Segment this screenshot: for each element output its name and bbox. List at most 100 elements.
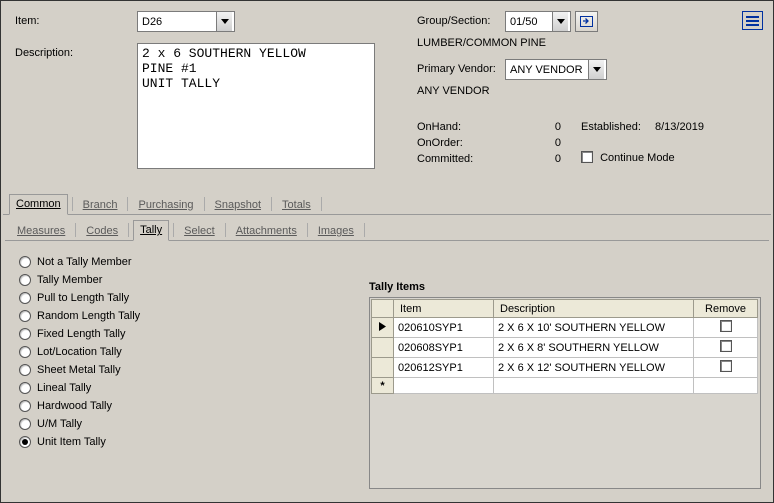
remove-checkbox[interactable] <box>720 340 732 352</box>
tab-separator <box>271 197 272 211</box>
committed-value: 0 <box>521 153 561 165</box>
radio-icon <box>19 328 31 340</box>
tally-type-label: Tally Member <box>37 274 102 286</box>
cell-empty[interactable] <box>494 378 694 394</box>
row-header[interactable] <box>372 338 394 358</box>
tab-totals[interactable]: Totals <box>276 196 317 215</box>
radio-icon <box>19 274 31 286</box>
description-textarea[interactable]: 2 x 6 SOUTHERN YELLOW PINE #1 UNIT TALLY <box>137 43 375 169</box>
tab-separator <box>128 223 129 237</box>
col-remove[interactable]: Remove <box>694 300 758 318</box>
chevron-down-icon[interactable] <box>552 12 568 31</box>
cell-remove[interactable] <box>694 318 758 338</box>
chevron-down-icon[interactable] <box>588 60 604 79</box>
item-input[interactable] <box>138 12 216 31</box>
primary-vendor-input[interactable] <box>506 60 588 79</box>
radio-icon <box>19 310 31 322</box>
item-combo[interactable] <box>137 11 235 32</box>
tab-attachments[interactable]: Attachments <box>230 222 303 241</box>
established-value: 8/13/2019 <box>655 121 704 133</box>
tally-items-grid[interactable]: ItemDescriptionRemove020610SYP12 X 6 X 1… <box>371 299 758 394</box>
tally-type-pull-to-length-tally[interactable]: Pull to Length Tally <box>19 289 140 307</box>
tally-type-label: Fixed Length Tally <box>37 328 125 340</box>
tally-type-lineal-tally[interactable]: Lineal Tally <box>19 379 140 397</box>
tab-branch[interactable]: Branch <box>77 196 124 215</box>
tab-images[interactable]: Images <box>312 222 360 241</box>
tab-tally[interactable]: Tally <box>133 220 169 241</box>
continue-mode-label: Continue Mode <box>600 152 675 164</box>
radio-icon <box>19 346 31 358</box>
tally-type-fixed-length-tally[interactable]: Fixed Length Tally <box>19 325 140 343</box>
cell-item[interactable]: 020608SYP1 <box>394 338 494 358</box>
onhand-value: 0 <box>521 121 561 133</box>
tally-type-label: U/M Tally <box>37 418 82 430</box>
table-row[interactable]: 020610SYP12 X 6 X 10' SOUTHERN YELLOW <box>372 318 758 338</box>
vendor-name: ANY VENDOR <box>417 85 490 97</box>
continue-mode-checkbox[interactable] <box>581 151 593 163</box>
radio-icon <box>19 364 31 376</box>
tally-type-tally-member[interactable]: Tally Member <box>19 271 140 289</box>
tally-type-random-length-tally[interactable]: Random Length Tally <box>19 307 140 325</box>
table-row-new[interactable]: * <box>372 378 758 394</box>
tally-type-lot-location-tally[interactable]: Lot/Location Tally <box>19 343 140 361</box>
remove-checkbox[interactable] <box>720 320 732 332</box>
tab-separator <box>75 223 76 237</box>
grid-corner <box>372 300 394 318</box>
tally-type-label: Random Length Tally <box>37 310 140 322</box>
tally-type-label: Sheet Metal Tally <box>37 364 121 376</box>
cell-remove[interactable] <box>694 338 758 358</box>
tabstrip-sub: Measures Codes Tally Select Attachments Image… <box>5 219 769 241</box>
table-row[interactable]: 020612SYP12 X 6 X 12' SOUTHERN YELLOW <box>372 358 758 378</box>
tab-measures[interactable]: Measures <box>11 222 71 241</box>
radio-icon <box>19 436 31 448</box>
tally-type-unit-item-tally[interactable]: Unit Item Tally <box>19 433 140 451</box>
tabstrip-main: Common Branch Purchasing Snapshot Totals <box>3 193 771 215</box>
tally-type-label: Not a Tally Member <box>37 256 132 268</box>
col-item[interactable]: Item <box>394 300 494 318</box>
remove-checkbox[interactable] <box>720 360 732 372</box>
cell-description[interactable]: 2 X 6 X 12' SOUTHERN YELLOW <box>494 358 694 378</box>
tally-type-hardwood-tally[interactable]: Hardwood Tally <box>19 397 140 415</box>
tally-type-label: Unit Item Tally <box>37 436 106 448</box>
arrow-box-icon <box>580 16 593 27</box>
tab-separator <box>127 197 128 211</box>
cell-item[interactable]: 020612SYP1 <box>394 358 494 378</box>
item-label: Item: <box>15 15 39 27</box>
tab-snapshot[interactable]: Snapshot <box>209 196 267 215</box>
tab-codes[interactable]: Codes <box>80 222 124 241</box>
radio-icon <box>19 256 31 268</box>
tab-common[interactable]: Common <box>9 194 68 215</box>
group-name: LUMBER/COMMON PINE <box>417 37 546 49</box>
menu-icon[interactable] <box>742 11 763 30</box>
cell-remove[interactable] <box>694 358 758 378</box>
tally-type-u-m-tally[interactable]: U/M Tally <box>19 415 140 433</box>
current-row-icon <box>378 322 387 331</box>
tab-select[interactable]: Select <box>178 222 221 241</box>
col-description[interactable]: Description <box>494 300 694 318</box>
cell-empty[interactable] <box>394 378 494 394</box>
group-section-combo[interactable] <box>505 11 571 32</box>
row-header[interactable] <box>372 358 394 378</box>
cell-empty[interactable] <box>694 378 758 394</box>
row-header[interactable] <box>372 318 394 338</box>
table-row[interactable]: 020608SYP12 X 6 X 8' SOUTHERN YELLOW <box>372 338 758 358</box>
tally-type-not-a-tally-member[interactable]: Not a Tally Member <box>19 253 140 271</box>
onorder-value: 0 <box>521 137 561 149</box>
group-section-input[interactable] <box>506 12 552 31</box>
tally-type-sheet-metal-tally[interactable]: Sheet Metal Tally <box>19 361 140 379</box>
tab-separator <box>364 223 365 237</box>
cell-description[interactable]: 2 X 6 X 8' SOUTHERN YELLOW <box>494 338 694 358</box>
primary-vendor-combo[interactable] <box>505 59 607 80</box>
cell-item[interactable]: 020610SYP1 <box>394 318 494 338</box>
tab-separator <box>307 223 308 237</box>
cell-description[interactable]: 2 X 6 X 10' SOUTHERN YELLOW <box>494 318 694 338</box>
primary-vendor-label: Primary Vendor: <box>417 63 496 75</box>
tab-purchasing[interactable]: Purchasing <box>132 196 199 215</box>
group-section-label: Group/Section: <box>417 15 490 27</box>
tally-type-label: Lineal Tally <box>37 382 91 394</box>
committed-label: Committed: <box>417 153 487 165</box>
new-row-icon[interactable]: * <box>372 378 394 394</box>
radio-icon <box>19 418 31 430</box>
group-lookup-button[interactable] <box>575 11 598 32</box>
chevron-down-icon[interactable] <box>216 12 232 31</box>
